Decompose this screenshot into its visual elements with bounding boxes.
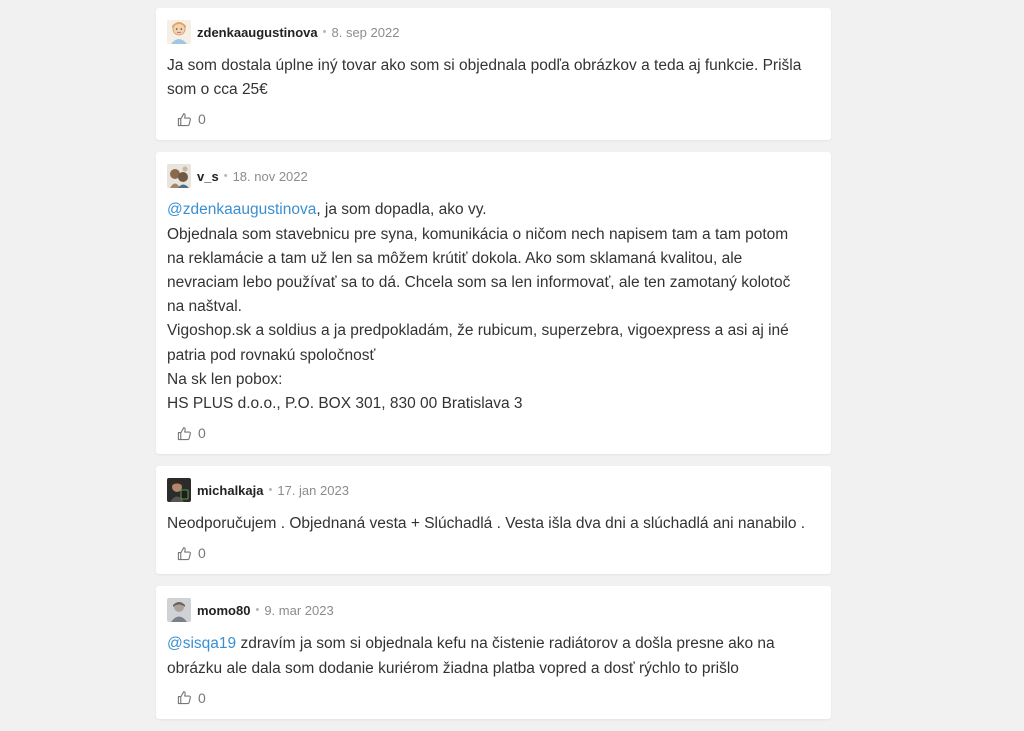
like-count: 0 [198,111,206,128]
comment-card: momo80 • 9. mar 2023 @sisqa19 zdravím ja… [156,586,831,719]
thumbs-up-icon [177,546,192,561]
thumbs-up-icon [177,112,192,127]
comment-text: @sisqa19 zdravím ja som si objednala kef… [167,632,820,680]
comment-header: momo80 • 9. mar 2023 [167,597,820,623]
comment-footer: 0 [167,685,820,711]
comment-text-line: na naštval. [167,298,242,316]
comment-text-line: obrázku ale dala som dodanie kuriérom ži… [167,659,739,677]
comment-text-line: na reklamácie a tam už len sa môžem krút… [167,249,743,267]
comment-card: zdenkaaugustinova • 8. sep 2022 Ja som d… [156,8,831,141]
comment-text-line: Vigoshop.sk a soldius a ja predpokladám,… [167,322,789,340]
comment-text-line: patria pod rovnakú spoločnosť [167,346,376,364]
comment-text-line: nevraciam lebo používať sa to dá. Chcela… [167,274,791,292]
thumbs-up-icon [177,690,192,705]
comment-card: michalkaja • 17. jan 2023 Neodporučujem … [156,466,831,575]
separator-dot: • [223,170,228,183]
comment-date: 9. mar 2023 [264,602,334,618]
user-mention-link[interactable]: @sisqa19 [167,635,236,652]
comment-header: v_s • 18. nov 2022 [167,163,820,189]
comment-text-line: @zdenkaaugustinova, ja som dopadla, ako … [167,198,820,222]
like-button[interactable]: 0 [177,545,206,561]
comment-text: Ja som dostala úplne iný tovar ako som s… [167,54,820,102]
comment-date: 17. jan 2023 [277,482,349,498]
comment-author[interactable]: michalkaja [197,483,264,498]
comment-header: zdenkaaugustinova • 8. sep 2022 [167,19,820,45]
comment-date: 8. sep 2022 [331,24,400,40]
comment-footer: 0 [167,106,820,132]
like-button[interactable]: 0 [177,425,206,441]
avatar[interactable] [167,20,191,44]
mention-rest-text: zdravím ja som si objednala kefu na čist… [236,635,775,653]
comment-header: michalkaja • 17. jan 2023 [167,477,820,503]
user-mention-link[interactable]: @zdenkaaugustinova [167,201,316,218]
like-count: 0 [198,425,206,442]
comment-date: 18. nov 2022 [232,168,308,184]
separator-dot: • [268,484,273,497]
comment-text-line: Neodporučujem . Objednaná vesta + Slúcha… [167,515,806,533]
comment-text-line: HS PLUS d.o.o., P.O. BOX 301, 830 00 Bra… [167,395,523,413]
separator-dot: • [322,26,327,38]
comment-text-line: Objednala som stavebnicu pre syna, komun… [167,225,789,243]
comment-text-line: @sisqa19 zdravím ja som si objednala kef… [167,632,820,656]
avatar[interactable] [167,478,191,503]
comment-card: v_s • 18. nov 2022 @zdenkaaugustinova, j… [156,152,831,455]
separator-dot: • [255,604,260,617]
avatar[interactable] [167,598,191,623]
comment-text: Neodporučujem . Objednaná vesta + Slúcha… [167,512,820,536]
comment-text-line: Na sk len pobox: [167,370,283,388]
comment-footer: 0 [167,420,820,446]
comment-footer: 0 [167,540,820,566]
like-count: 0 [198,545,206,562]
comment-text-line: som o cca 25€ [167,81,268,99]
thumbs-up-icon [177,426,192,441]
comment-author[interactable]: v_s [197,169,219,184]
comment-author[interactable]: zdenkaaugustinova [197,25,318,40]
comments-feed: zdenkaaugustinova • 8. sep 2022 Ja som d… [156,8,831,731]
mention-rest-text: , ja som dopadla, ako vy. [316,201,487,219]
avatar[interactable] [167,164,191,189]
comment-text: @zdenkaaugustinova, ja som dopadla, ako … [167,198,820,416]
like-button[interactable]: 0 [177,111,206,127]
comment-text-line: Ja som dostala úplne iný tovar ako som s… [167,57,802,74]
comment-author[interactable]: momo80 [197,603,250,618]
like-count: 0 [198,689,206,706]
like-button[interactable]: 0 [177,690,206,706]
